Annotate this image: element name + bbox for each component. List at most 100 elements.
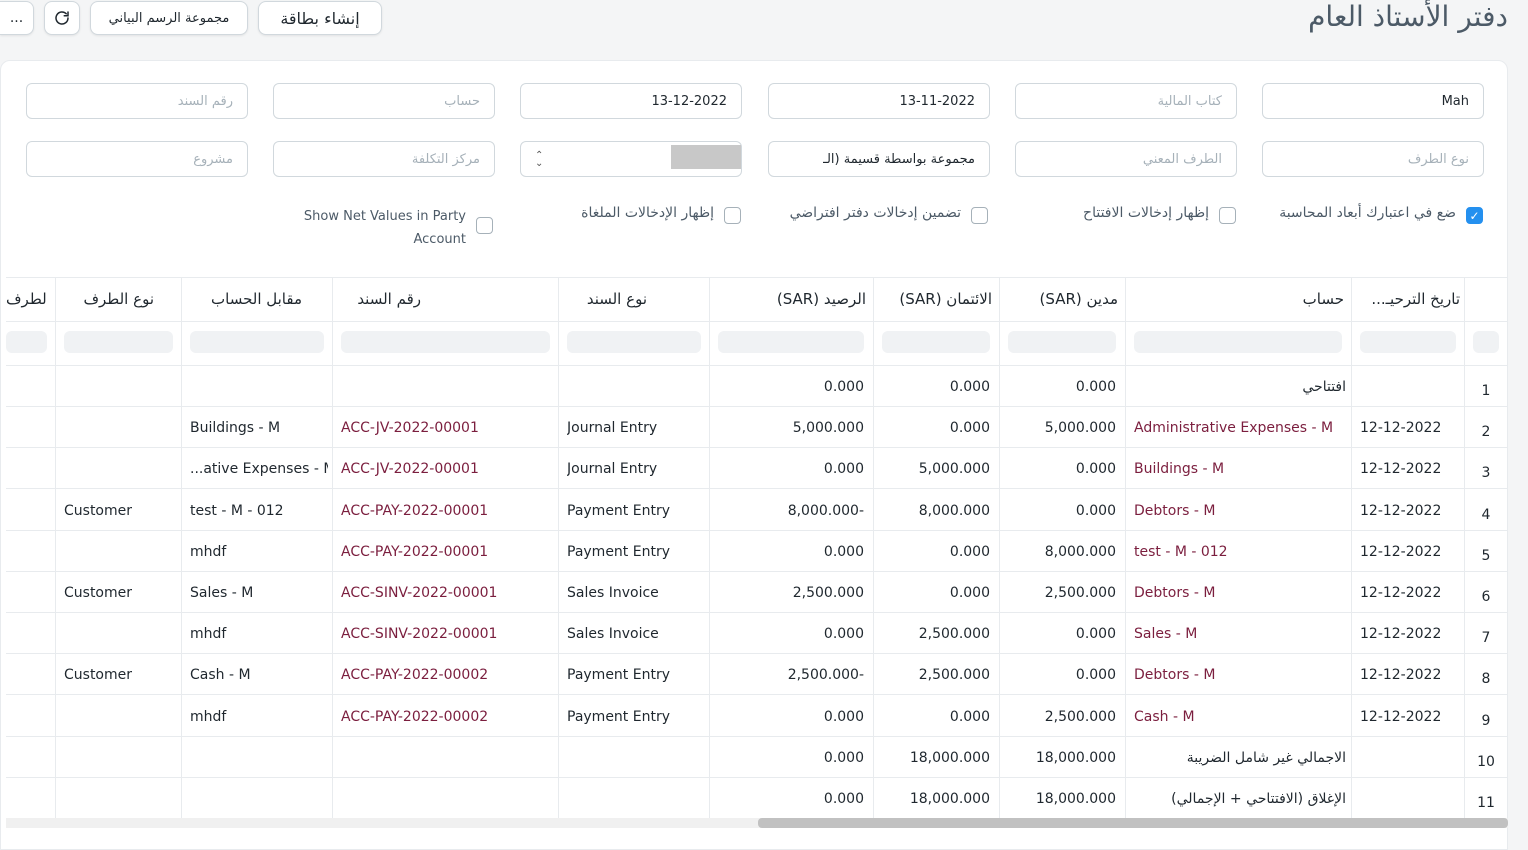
header-voucher-type[interactable]: نوع السند xyxy=(567,290,647,308)
cell-account[interactable]: Sales - M xyxy=(1134,626,1346,642)
cell-debit: 0.000 xyxy=(1075,667,1116,684)
account-field[interactable]: حساب xyxy=(273,83,495,119)
cell-debit: 0.000 xyxy=(1075,502,1116,519)
cell-rownum: 5 xyxy=(1481,547,1491,564)
cell-account[interactable]: Buildings - M xyxy=(1134,461,1346,477)
show-net-values-checkbox[interactable]: Show Net Values in Party Account xyxy=(293,205,493,251)
company-field[interactable]: Mah xyxy=(1262,83,1484,119)
refresh-button[interactable] xyxy=(44,1,80,35)
table-row[interactable]: 10 الاجمالي غير شامل الضريبة 18,000.000 18,… xyxy=(6,737,1508,778)
header-against-account[interactable]: مقابل الحساب xyxy=(190,290,302,308)
checkbox-icon[interactable] xyxy=(971,207,988,224)
cell-account[interactable]: Debtors - M xyxy=(1134,503,1346,519)
cell-account[interactable]: Debtors - M xyxy=(1134,585,1346,601)
filter-against[interactable] xyxy=(190,331,324,353)
table-row[interactable]: 4 12-12-2022 Debtors - M 0.000 8,000.000 8,00… xyxy=(6,490,1508,531)
header-voucher-no[interactable]: رقم السند xyxy=(341,290,421,308)
cell-vno[interactable]: ACC-PAY-2022-00002 xyxy=(341,709,553,725)
cell-account: الإغلاق (الافتتاحي + الإجمالي) xyxy=(1171,791,1346,807)
more-menu-button[interactable]: ... xyxy=(0,1,34,35)
finance-book-field[interactable]: كتاب المالية xyxy=(1015,83,1237,119)
cell-against: test - M - 012 xyxy=(190,502,284,519)
filter-account[interactable] xyxy=(1134,331,1342,353)
cell-vno[interactable]: ACC-JV-2022-00001 xyxy=(341,420,553,436)
cell-debit: 2,500.000 xyxy=(1044,708,1116,725)
cell-date: 12-12-2022 xyxy=(1360,626,1442,643)
from-date-field[interactable]: 13-11-2022 xyxy=(768,83,990,119)
cost-center-field[interactable]: مركز التكلفة xyxy=(273,141,495,177)
cell-vno[interactable]: ACC-JV-2022-00001 xyxy=(341,461,553,477)
presentation-currency-select[interactable]: ⌃ ⌄ xyxy=(520,141,742,177)
filter-posting-date[interactable] xyxy=(1360,331,1456,353)
cell-rownum: 9 xyxy=(1481,712,1491,729)
table-row[interactable]: 6 12-12-2022 Debtors - M 2,500.000 0.000 2,50… xyxy=(6,572,1508,613)
create-card-button[interactable]: إنشاء بطاقة xyxy=(258,1,382,35)
voucher-no-field[interactable]: رقم السند xyxy=(26,83,248,119)
cell-debit: 8,000.000 xyxy=(1044,543,1116,560)
filter-balance[interactable] xyxy=(718,331,864,353)
header-party[interactable]: الطرف xyxy=(6,290,48,308)
table-row[interactable]: 3 12-12-2022 Buildings - M 0.000 5,000.000 0.… xyxy=(6,448,1508,490)
horizontal-scrollbar[interactable] xyxy=(6,818,1508,828)
cell-against: Buildings - M xyxy=(190,420,281,437)
filter-party-type[interactable] xyxy=(64,331,173,353)
cell-vno[interactable]: ACC-PAY-2022-00002 xyxy=(341,667,553,683)
checkbox-label: إظهار الإدخالات الملغاة xyxy=(581,205,714,221)
cell-date: 12-12-2022 xyxy=(1360,420,1442,437)
chart-group-button[interactable]: مجموعة الرسم البياني xyxy=(90,1,248,35)
party-field[interactable]: الطرف المعني xyxy=(1015,141,1237,177)
cell-vno[interactable]: ACC-PAY-2022-00001 xyxy=(341,544,553,560)
header-balance[interactable]: الرصيد (SAR) xyxy=(718,290,866,308)
header-account[interactable]: حساب xyxy=(1134,290,1344,308)
cell-rownum: 2 xyxy=(1481,424,1491,441)
cell-account[interactable]: Debtors - M xyxy=(1134,667,1346,683)
checkbox-checked-icon[interactable]: ✓ xyxy=(1466,207,1483,224)
table-row[interactable]: 9 12-12-2022 Cash - M 2,500.000 0.000 0.000 Pa… xyxy=(6,696,1508,737)
cell-credit: 2,500.000 xyxy=(918,626,990,643)
table-row[interactable]: 11 الإغلاق (الافتتاحي + الإجمالي) 18,000.0… xyxy=(6,778,1508,818)
checkbox-label: ضع في اعتبارك أبعاد المحاسبة xyxy=(1279,205,1456,221)
checkbox-icon[interactable] xyxy=(476,217,493,234)
table-row[interactable]: 5 12-12-2022 test - M - 012 8,000.000 0.000 0… xyxy=(6,531,1508,572)
filter-debit[interactable] xyxy=(1008,331,1116,353)
checkbox-icon[interactable] xyxy=(724,207,741,224)
accounting-dimensions-checkbox[interactable]: ✓ ضع في اعتبارك أبعاد المحاسبة xyxy=(1279,205,1483,224)
group-by-select[interactable]: مجموعة بواسطة قسيمة (الـ xyxy=(768,141,990,177)
cell-credit: 0.000 xyxy=(949,585,990,601)
cell-account[interactable]: Administrative Expenses - M xyxy=(1134,420,1346,436)
cell-credit: 0.000 xyxy=(949,543,990,560)
cell-credit: 18,000.000 xyxy=(909,749,990,766)
cell-date: 12-12-2022 xyxy=(1360,708,1442,725)
cell-credit: 2,500.000 xyxy=(918,667,990,684)
filter-credit[interactable] xyxy=(882,331,990,353)
include-default-book-checkbox[interactable]: تضمين إدخالات دفتر افتراضي xyxy=(790,205,988,224)
to-date-field[interactable]: 13-12-2022 xyxy=(520,83,742,119)
show-cancelled-entries-checkbox[interactable]: إظهار الإدخالات الملغاة xyxy=(581,205,741,224)
checkbox-label-line-1: Show Net Values in Party xyxy=(303,209,466,224)
table-row[interactable]: 8 12-12-2022 Debtors - M 0.000 2,500.000 2,50… xyxy=(6,654,1508,696)
filter-voucher-no[interactable] xyxy=(341,331,550,353)
header-party-type[interactable]: نوع الطرف xyxy=(64,290,154,308)
show-opening-entries-checkbox[interactable]: إظهار إدخالات الافتتاح xyxy=(1083,205,1236,224)
table-header-row: تاريخ الترحيـ... حساب مدين (SAR) الائتما… xyxy=(6,278,1508,322)
party-type-field[interactable]: نوع الطرف xyxy=(1262,141,1484,177)
header-posting-date[interactable]: تاريخ الترحيـ... xyxy=(1360,290,1460,308)
filter-voucher-type[interactable] xyxy=(567,331,701,353)
project-field[interactable]: مشروع xyxy=(26,141,248,177)
scrollbar-thumb[interactable] xyxy=(758,818,1508,828)
cell-vno[interactable]: ACC-PAY-2022-00001 xyxy=(341,503,553,519)
cell-vno[interactable]: ACC-SINV-2022-00001 xyxy=(341,585,553,601)
checkbox-icon[interactable] xyxy=(1219,207,1236,224)
cell-balance: 0.000 xyxy=(823,543,864,560)
table-row[interactable]: 7 12-12-2022 Sales - M 0.000 2,500.000 0.000 S… xyxy=(6,613,1508,655)
header-debit[interactable]: مدين (SAR) xyxy=(1008,290,1118,308)
cell-debit: 0.000 xyxy=(1075,626,1116,643)
table-row[interactable]: 1 افتتاحي 0.000 0.000 0.000 xyxy=(6,366,1508,407)
filter-rownum[interactable] xyxy=(1473,331,1499,353)
cell-account[interactable]: test - M - 012 xyxy=(1134,544,1346,560)
table-row[interactable]: 2 12-12-2022 Administrative Expenses - M 5,… xyxy=(6,407,1508,449)
cell-vno[interactable]: ACC-SINV-2022-00001 xyxy=(341,626,553,642)
header-credit[interactable]: الائتمان (SAR) xyxy=(882,290,992,308)
cell-account[interactable]: Cash - M xyxy=(1134,709,1346,725)
filter-party[interactable] xyxy=(6,331,47,353)
